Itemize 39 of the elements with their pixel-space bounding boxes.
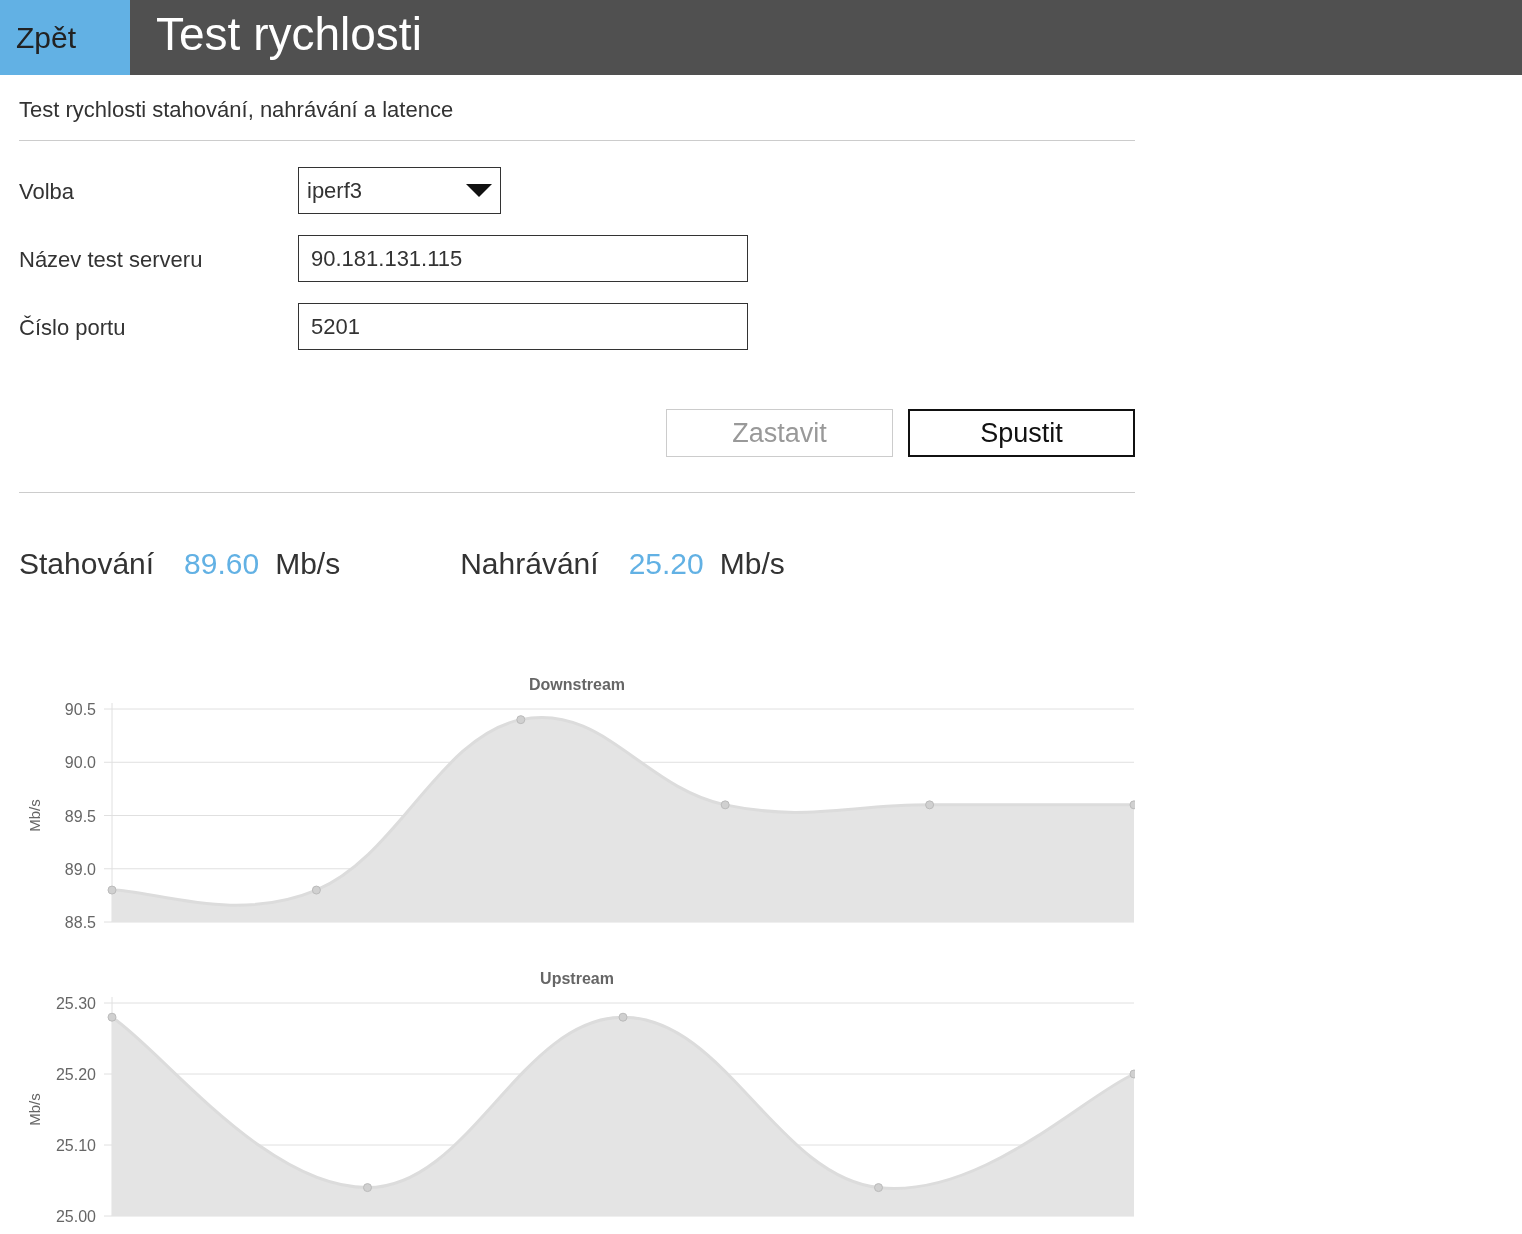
tick-label: 25.00 bbox=[55, 1208, 96, 1225]
point bbox=[107, 885, 117, 895]
axis-label: Mb/s bbox=[26, 1093, 43, 1126]
chart-title: Upstream bbox=[540, 970, 614, 987]
result-unit: Mb/s bbox=[719, 546, 785, 582]
tick-label: 89.5 bbox=[64, 807, 96, 825]
point bbox=[311, 885, 321, 895]
point bbox=[720, 800, 730, 810]
field-label: Volba bbox=[19, 178, 76, 206]
dropdown[interactable]: iperf3 bbox=[298, 167, 501, 214]
caret-icon bbox=[466, 184, 492, 197]
chart-title: Downstream bbox=[529, 676, 625, 693]
point bbox=[107, 1012, 117, 1022]
point bbox=[363, 1183, 372, 1193]
result-label: Nahrávání bbox=[460, 546, 599, 582]
back-button[interactable]: Zpět bbox=[0, 0, 130, 75]
page-title: Test rychlosti bbox=[156, 7, 422, 62]
tick-label: 90.5 bbox=[64, 701, 96, 718]
input-field[interactable]: 90.181.131.115 bbox=[298, 235, 748, 282]
result-label: Stahování bbox=[19, 546, 155, 582]
tick-label: 25.20 bbox=[55, 1066, 96, 1083]
axis-label: Mb/s bbox=[26, 799, 43, 832]
point bbox=[925, 800, 935, 810]
action-button[interactable]: Spustit bbox=[908, 409, 1135, 457]
page-subtitle: Test rychlosti stahování, nahrávání a latence bbox=[19, 97, 454, 122]
result-value: 25.20 bbox=[628, 546, 704, 582]
tick-label: 25.30 bbox=[55, 995, 96, 1012]
point bbox=[874, 1183, 883, 1193]
tick-label: 90.0 bbox=[64, 754, 96, 772]
tick-label: 89.0 bbox=[64, 860, 96, 878]
input-field[interactable]: 5201 bbox=[298, 303, 748, 350]
result-value: 89.60 bbox=[184, 546, 260, 582]
result-unit: Mb/s bbox=[275, 546, 341, 582]
field-label: Název test serveru bbox=[19, 246, 204, 274]
tick-label: 88.5 bbox=[64, 914, 96, 931]
point bbox=[618, 1012, 628, 1022]
tick-label: 25.10 bbox=[55, 1137, 96, 1154]
field-label: Číslo portu bbox=[19, 314, 127, 342]
point bbox=[516, 715, 526, 725]
